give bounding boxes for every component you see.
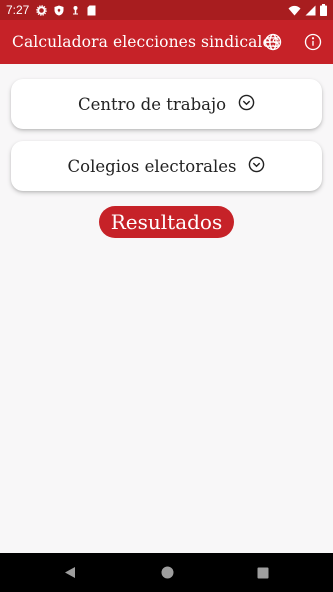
- notification-icon: [71, 5, 80, 16]
- navigation-bar: [0, 553, 333, 592]
- home-icon[interactable]: [147, 553, 187, 592]
- section-centro-de-trabajo[interactable]: Centro de trabajo: [11, 79, 322, 129]
- shield-icon: [54, 5, 64, 16]
- wifi-icon: [288, 5, 301, 16]
- app-title: Calculadora elecciones sindicales: [12, 33, 280, 51]
- app-bar: Calculadora elecciones sindicales: [0, 20, 333, 64]
- language-globe-icon[interactable]: [259, 28, 287, 56]
- chevron-down-circle-icon: [238, 94, 255, 115]
- settings-icon: [36, 4, 48, 16]
- info-icon[interactable]: [299, 28, 327, 56]
- sd-card-icon: [87, 5, 96, 16]
- section-label: Colegios electorales: [67, 156, 237, 176]
- battery-icon: [320, 4, 327, 16]
- status-bar: 7:27: [0, 0, 333, 20]
- recents-icon[interactable]: [243, 553, 283, 592]
- signal-icon: [305, 5, 316, 16]
- section-label: Centro de trabajo: [77, 94, 227, 114]
- results-button[interactable]: Resultados: [99, 206, 234, 238]
- back-icon[interactable]: [50, 553, 90, 592]
- section-colegios-electorales[interactable]: Colegios electorales: [11, 141, 322, 191]
- status-time: 7:27: [6, 3, 30, 17]
- chevron-down-circle-icon: [248, 156, 265, 177]
